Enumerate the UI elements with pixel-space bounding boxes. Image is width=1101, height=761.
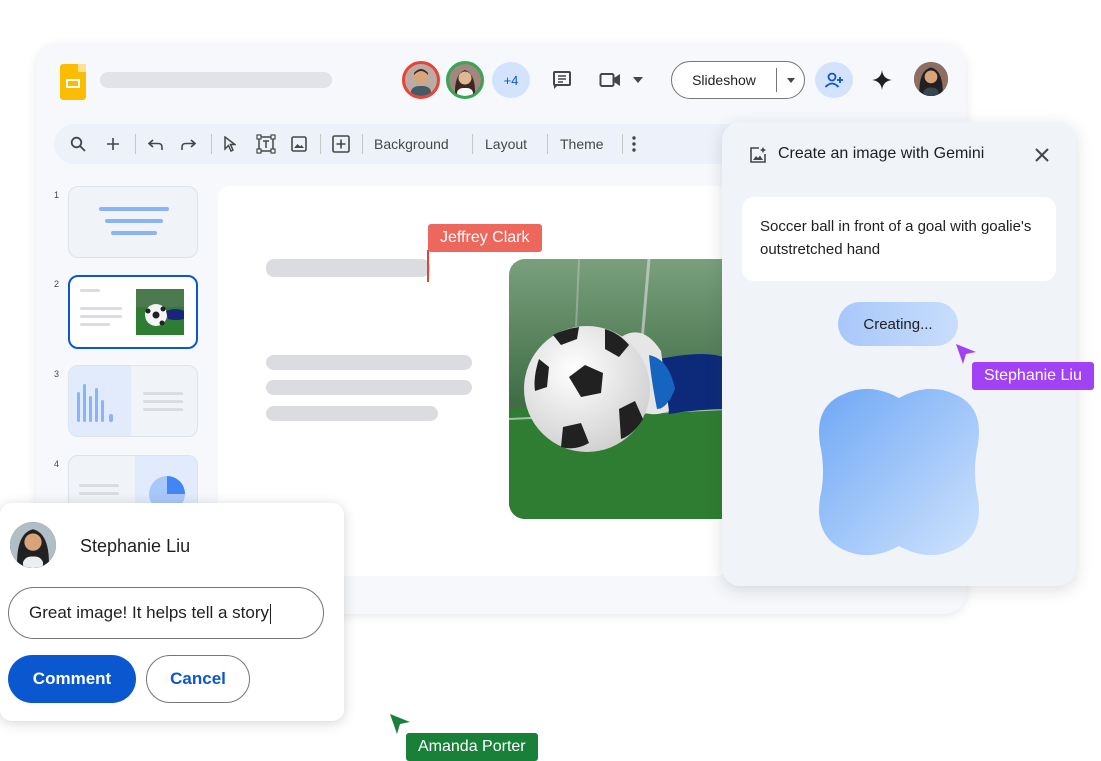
comments-icon[interactable] — [550, 68, 574, 92]
account-avatar[interactable] — [914, 62, 948, 96]
slide-number: 3 — [54, 369, 60, 379]
select-cursor-icon[interactable] — [224, 124, 236, 164]
collaborator-avatar[interactable] — [446, 61, 484, 99]
document-title-placeholder[interactable] — [100, 72, 332, 88]
cancel-button[interactable]: Cancel — [146, 655, 250, 703]
collaborator-avatar[interactable] — [402, 61, 440, 99]
slide-thumbnail-3[interactable] — [68, 365, 198, 437]
cursor-label-stephanie: Stephanie Liu — [972, 362, 1094, 390]
slide-number: 1 — [54, 190, 60, 200]
more-collaborators-badge[interactable]: +4 — [492, 62, 530, 98]
gemini-spark-icon[interactable] — [870, 68, 894, 92]
slide-number: 2 — [54, 279, 60, 289]
commenter-avatar — [10, 522, 56, 568]
insert-image-icon[interactable] — [291, 124, 307, 164]
slideshow-button[interactable]: Slideshow — [671, 61, 805, 99]
thumbnail-soccer-image — [136, 289, 184, 335]
layout-button[interactable]: Layout — [485, 124, 527, 164]
collaborator-text-cursor — [427, 250, 429, 282]
close-icon[interactable] — [1031, 144, 1053, 166]
title-placeholder[interactable] — [266, 259, 430, 277]
background-button[interactable]: Background — [374, 124, 449, 164]
image-sparkle-icon — [748, 145, 768, 165]
comment-button[interactable]: Comment — [8, 655, 136, 703]
search-menus-icon[interactable] — [70, 124, 86, 164]
new-slide-icon[interactable] — [106, 124, 120, 164]
gemini-panel-title: Create an image with Gemini — [778, 145, 985, 162]
redo-icon[interactable] — [180, 124, 196, 164]
video-call-icon[interactable] — [598, 68, 622, 92]
text-box-icon[interactable] — [256, 124, 276, 164]
slide-number: 4 — [54, 459, 60, 469]
commenter-name: Stephanie Liu — [80, 536, 191, 556]
creating-status-chip: Creating... — [838, 302, 958, 346]
cursor-label-amanda: Amanda Porter — [406, 733, 538, 761]
slide-thumbnail-2[interactable] — [68, 275, 198, 349]
more-options-icon[interactable] — [632, 124, 636, 164]
theme-button[interactable]: Theme — [560, 124, 604, 164]
comment-input[interactable]: Great image! It helps tell a story — [8, 587, 324, 639]
generating-image-placeholder — [819, 388, 979, 556]
soccer-ball-image[interactable] — [509, 259, 728, 519]
body-placeholder[interactable] — [266, 380, 472, 395]
chevron-down-icon[interactable] — [630, 72, 646, 88]
undo-icon[interactable] — [148, 124, 164, 164]
comment-input-text: Great image! It helps tell a story — [29, 603, 269, 622]
slideshow-label: Slideshow — [692, 72, 756, 88]
slides-logo-icon[interactable] — [60, 64, 86, 100]
cursor-label-jeffrey: Jeffrey Clark — [428, 224, 542, 252]
insert-element-icon[interactable] — [332, 124, 350, 164]
slideshow-dropdown-icon[interactable] — [778, 62, 804, 98]
gemini-prompt-text[interactable]: Soccer ball in front of a goal with goal… — [742, 197, 1056, 281]
body-placeholder[interactable] — [266, 406, 438, 421]
slide-thumbnail-1[interactable] — [68, 186, 198, 258]
share-add-person-icon[interactable] — [815, 62, 853, 98]
body-placeholder[interactable] — [266, 355, 472, 370]
